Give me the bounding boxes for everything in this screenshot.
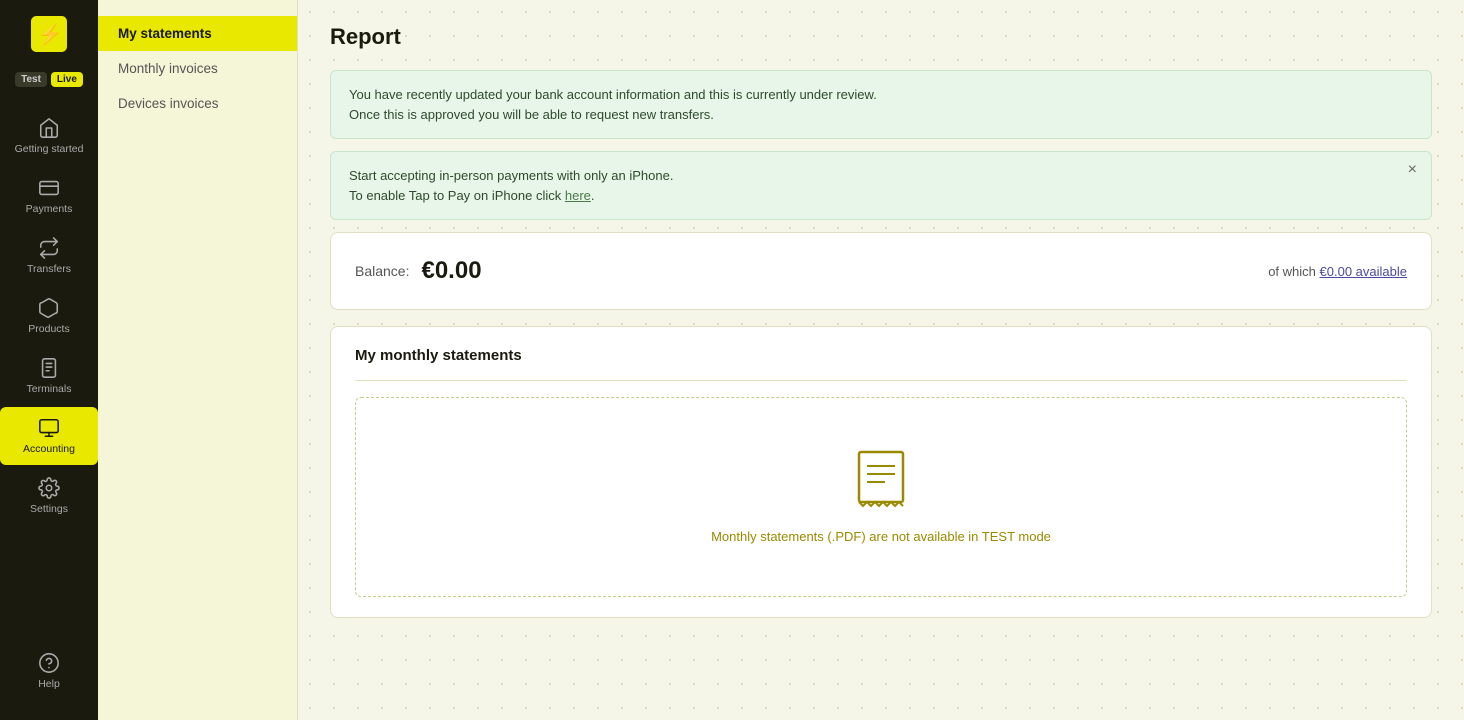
page-title: Report	[330, 24, 1432, 50]
sidebar-item-getting-started[interactable]: Getting started	[0, 107, 98, 165]
balance-left: Balance: €0.00	[355, 257, 482, 285]
tap-to-pay-text1: Start accepting in-person payments with …	[349, 166, 1413, 186]
empty-state-text: Monthly statements (.PDF) are not availa…	[711, 529, 1051, 544]
sidebar-bottom: Help	[0, 642, 98, 708]
main-content: Report You have recently updated your ba…	[298, 0, 1464, 720]
sidebar-item-label: Settings	[30, 503, 68, 515]
secondary-nav: My statements Monthly invoices Devices i…	[98, 0, 298, 720]
empty-state: Monthly statements (.PDF) are not availa…	[355, 397, 1407, 597]
svg-text:⚡: ⚡	[38, 23, 63, 46]
bank-review-text1: You have recently updated your bank acco…	[349, 85, 1413, 105]
bank-review-text2: Once this is approved you will be able t…	[349, 105, 1413, 125]
sidebar-nav: Getting started Payments Transfers Produ…	[0, 107, 98, 642]
secondary-nav-devices-invoices[interactable]: Devices invoices	[98, 86, 297, 121]
sidebar-item-label: Getting started	[15, 143, 84, 155]
balance-card: Balance: €0.00 of which €0.00 available	[330, 232, 1432, 310]
sidebar-item-products[interactable]: Products	[0, 287, 98, 345]
statements-card: My monthly statements Monthly statements…	[330, 326, 1432, 618]
tap-to-pay-alert: Start accepting in-person payments with …	[330, 151, 1432, 220]
sidebar-item-label: Terminals	[27, 383, 72, 395]
available-balance-link[interactable]: €0.00 available	[1320, 264, 1407, 279]
sidebar-item-settings[interactable]: Settings	[0, 467, 98, 525]
tap-to-pay-suffix: .	[591, 188, 595, 203]
sidebar-item-label: Payments	[26, 203, 73, 215]
env-badge[interactable]: Test Live	[15, 72, 83, 87]
tap-to-pay-text2: To enable Tap to Pay on iPhone click her…	[349, 186, 1413, 206]
app-logo: ⚡	[27, 12, 71, 56]
sidebar: ⚡ Test Live Getting started Payments Tra…	[0, 0, 98, 720]
test-tag[interactable]: Test	[15, 72, 47, 87]
sidebar-item-help[interactable]: Help	[0, 642, 98, 700]
live-tag[interactable]: Live	[51, 72, 83, 87]
sidebar-item-label: Accounting	[23, 443, 75, 455]
statements-divider	[355, 380, 1407, 381]
sidebar-item-payments[interactable]: Payments	[0, 167, 98, 225]
tap-to-pay-prefix: To enable Tap to Pay on iPhone click	[349, 188, 565, 203]
sidebar-item-label: Transfers	[27, 263, 71, 275]
sidebar-item-terminals[interactable]: Terminals	[0, 347, 98, 405]
balance-amount: €0.00	[421, 257, 481, 285]
sidebar-item-label: Products	[28, 323, 69, 335]
sidebar-item-label: Help	[38, 678, 60, 690]
sidebar-item-transfers[interactable]: Transfers	[0, 227, 98, 285]
bank-review-alert: You have recently updated your bank acco…	[330, 70, 1432, 139]
close-tap-to-pay-button[interactable]: ×	[1408, 162, 1417, 178]
sidebar-item-accounting[interactable]: Accounting	[0, 407, 98, 465]
receipt-icon	[855, 450, 907, 515]
secondary-nav-monthly-invoices[interactable]: Monthly invoices	[98, 51, 297, 86]
tap-to-pay-link[interactable]: here	[565, 188, 591, 203]
of-which-text: of which	[1268, 264, 1316, 279]
balance-label: Balance:	[355, 263, 409, 279]
secondary-nav-my-statements[interactable]: My statements	[98, 16, 297, 51]
balance-right: of which €0.00 available	[1268, 264, 1407, 279]
statements-title: My monthly statements	[355, 347, 1407, 364]
